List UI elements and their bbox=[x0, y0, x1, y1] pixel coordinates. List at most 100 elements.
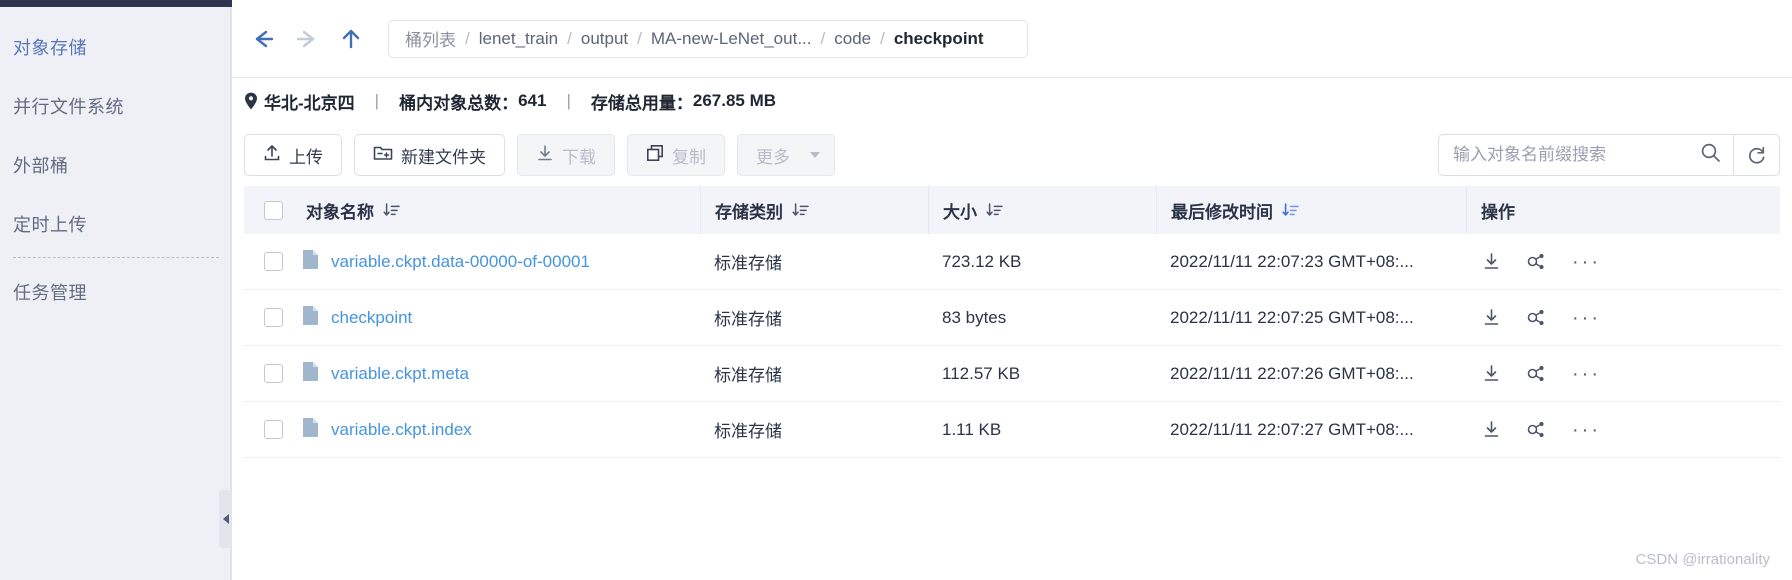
row-download-button[interactable] bbox=[1482, 252, 1501, 271]
row-share-button[interactable] bbox=[1527, 420, 1546, 439]
share-icon bbox=[1527, 365, 1544, 382]
cell-last-modified: 2022/11/11 22:07:25 GMT+08:... bbox=[1170, 307, 1414, 327]
row-select-cell bbox=[244, 308, 302, 327]
row-checkbox[interactable] bbox=[263, 308, 283, 327]
download-icon bbox=[1484, 421, 1499, 437]
arrow-left-icon bbox=[255, 30, 274, 47]
sidebar-item-label: 定时上传 bbox=[13, 214, 87, 235]
upload-button[interactable]: 上传 bbox=[244, 134, 342, 176]
cell-object-name: variable.ckpt.index bbox=[302, 417, 700, 443]
download-button-label: 下载 bbox=[562, 147, 596, 167]
breadcrumb-item-ma-new-lenet-out[interactable]: MA-new-LeNet_out... bbox=[651, 29, 812, 49]
forward-button[interactable] bbox=[290, 22, 324, 56]
object-name-link[interactable]: checkpoint bbox=[331, 308, 412, 328]
object-name-link[interactable]: variable.ckpt.index bbox=[331, 420, 472, 440]
select-all-checkbox[interactable] bbox=[263, 200, 283, 220]
sidebar-item-object-storage[interactable]: 对象存储 bbox=[0, 17, 232, 76]
sort-by-name[interactable]: 对象名称 bbox=[306, 198, 400, 223]
top-accent-strip bbox=[0, 0, 232, 7]
object-name-link[interactable]: variable.ckpt.meta bbox=[331, 364, 469, 384]
arrow-right-icon bbox=[296, 30, 315, 47]
breadcrumb-separator: / bbox=[820, 28, 826, 48]
row-more-button[interactable]: ··· bbox=[1572, 364, 1601, 384]
row-checkbox[interactable] bbox=[263, 252, 283, 271]
sidebar-collapse-button[interactable] bbox=[219, 490, 232, 548]
cell-storage-class: 标准存储 bbox=[714, 310, 782, 329]
breadcrumb-separator: / bbox=[880, 28, 885, 48]
toolbar: 上传 新建文件夹 下载 复制 更多 输入对象名前缀搜索 bbox=[232, 124, 1792, 186]
sidebar-item-external-bucket[interactable]: 外部桶 bbox=[0, 135, 232, 194]
sort-icon bbox=[792, 202, 809, 216]
row-share-button[interactable] bbox=[1527, 364, 1546, 383]
download-icon bbox=[1484, 253, 1499, 269]
header-label-last-modified: 最后修改时间 bbox=[1171, 202, 1273, 222]
info-separator: | bbox=[374, 91, 380, 110]
download-button[interactable]: 下载 bbox=[517, 134, 615, 176]
row-checkbox[interactable] bbox=[263, 364, 283, 383]
main-content: 桶列表 / lenet_train / output / MA-new-LeNe… bbox=[232, 0, 1792, 580]
table-header-row: 对象名称 存储类别 大小 最后修改时间 操作 bbox=[244, 186, 1780, 234]
file-icon bbox=[302, 361, 319, 387]
share-icon bbox=[1527, 253, 1544, 270]
search-icon[interactable] bbox=[1700, 142, 1721, 168]
back-button[interactable] bbox=[246, 22, 280, 56]
new-folder-button-label: 新建文件夹 bbox=[401, 147, 486, 167]
navigation-buttons bbox=[246, 22, 368, 56]
row-download-button[interactable] bbox=[1482, 420, 1501, 439]
sort-by-storage-class[interactable]: 存储类别 bbox=[715, 198, 809, 223]
sidebar-divider bbox=[13, 257, 219, 258]
breadcrumb-separator: / bbox=[567, 28, 572, 48]
object-count-value: 641 bbox=[518, 91, 547, 110]
sort-by-last-modified[interactable]: 最后修改时间 bbox=[1171, 198, 1299, 223]
sidebar: 对象存储 并行文件系统 外部桶 定时上传 任务管理 bbox=[0, 0, 232, 580]
row-download-button[interactable] bbox=[1482, 364, 1501, 383]
location-pin-icon bbox=[244, 92, 258, 110]
breadcrumb-bar: 桶列表 / lenet_train / output / MA-new-LeNe… bbox=[232, 0, 1792, 78]
copy-button-label: 复制 bbox=[672, 147, 706, 167]
row-more-button[interactable]: ··· bbox=[1572, 308, 1601, 328]
share-icon bbox=[1527, 309, 1544, 326]
refresh-icon bbox=[1749, 146, 1765, 164]
cell-actions: ··· bbox=[1466, 252, 1780, 272]
sidebar-item-task-management[interactable]: 任务管理 bbox=[0, 262, 232, 321]
up-button[interactable] bbox=[334, 22, 368, 56]
breadcrumb-separator: / bbox=[637, 28, 642, 48]
chevron-left-icon bbox=[222, 514, 229, 524]
row-checkbox[interactable] bbox=[263, 420, 283, 439]
breadcrumb: 桶列表 / lenet_train / output / MA-new-LeNe… bbox=[388, 19, 1028, 58]
sidebar-item-parallel-fs[interactable]: 并行文件系统 bbox=[0, 76, 232, 135]
more-button[interactable]: 更多 bbox=[737, 134, 835, 176]
sidebar-item-label: 任务管理 bbox=[13, 282, 87, 303]
object-table: 对象名称 存储类别 大小 最后修改时间 操作 variable.ckpt.dat… bbox=[244, 186, 1780, 458]
sidebar-item-label: 外部桶 bbox=[13, 155, 69, 176]
arrow-up-icon bbox=[342, 29, 360, 48]
new-folder-button[interactable]: 新建文件夹 bbox=[354, 134, 505, 176]
row-share-button[interactable] bbox=[1527, 252, 1546, 271]
sidebar-item-scheduled-upload[interactable]: 定时上传 bbox=[0, 194, 232, 253]
download-icon bbox=[536, 144, 554, 167]
breadcrumb-item-output[interactable]: output bbox=[581, 29, 628, 49]
refresh-button[interactable] bbox=[1734, 134, 1780, 176]
sidebar-item-label: 对象存储 bbox=[13, 37, 87, 58]
table-row[interactable]: variable.ckpt.index 标准存储 1.11 KB 2022/11… bbox=[244, 402, 1780, 458]
row-more-button[interactable]: ··· bbox=[1572, 420, 1601, 440]
row-more-button[interactable]: ··· bbox=[1572, 252, 1601, 272]
sort-by-size[interactable]: 大小 bbox=[943, 198, 1003, 223]
row-download-button[interactable] bbox=[1482, 308, 1501, 327]
copy-button[interactable]: 复制 bbox=[627, 134, 725, 176]
search-input[interactable] bbox=[1453, 145, 1700, 165]
breadcrumb-item-lenet-train[interactable]: lenet_train bbox=[479, 29, 558, 49]
cell-last-modified: 2022/11/11 22:07:26 GMT+08:... bbox=[1170, 363, 1414, 383]
breadcrumb-item-code[interactable]: code bbox=[834, 29, 871, 49]
upload-button-label: 上传 bbox=[289, 147, 323, 167]
row-share-button[interactable] bbox=[1527, 308, 1546, 327]
cell-object-name: checkpoint bbox=[302, 305, 700, 331]
cell-actions: ··· bbox=[1466, 420, 1780, 440]
table-row[interactable]: variable.ckpt.data-00000-of-00001 标准存储 7… bbox=[244, 234, 1780, 290]
header-cell-actions: 操作 bbox=[1466, 186, 1780, 234]
sort-icon-active bbox=[1282, 202, 1299, 216]
table-row[interactable]: variable.ckpt.meta 标准存储 112.57 KB 2022/1… bbox=[244, 346, 1780, 402]
breadcrumb-item-bucket-list[interactable]: 桶列表 bbox=[405, 26, 456, 51]
object-name-link[interactable]: variable.ckpt.data-00000-of-00001 bbox=[331, 252, 590, 272]
table-row[interactable]: checkpoint 标准存储 83 bytes 2022/11/11 22:0… bbox=[244, 290, 1780, 346]
